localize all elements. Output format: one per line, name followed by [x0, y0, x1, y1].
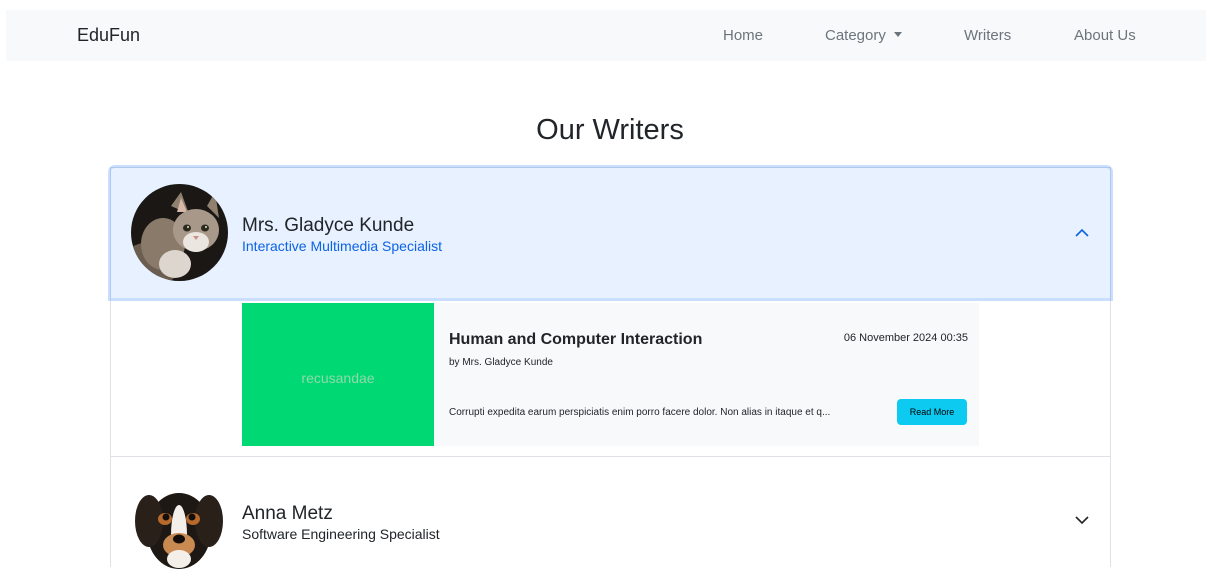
article-thumbnail[interactable]: recusandae	[242, 303, 434, 446]
read-more-button[interactable]: Read More	[897, 399, 967, 425]
writer-header-anna-metz[interactable]: Anna Metz Software Engineering Specialis…	[111, 456, 1110, 570]
nav-home[interactable]: Home	[723, 27, 763, 44]
article-title[interactable]: Human and Computer Interaction	[449, 331, 702, 349]
avatar-dog	[131, 473, 228, 570]
writer-header-gladyce-kunde[interactable]: Mrs. Gladyce Kunde Interactive Multimedi…	[111, 168, 1110, 298]
article-date: 06 November 2024 00:35	[843, 332, 968, 344]
writers-accordion: Mrs. Gladyce Kunde Interactive Multimedi…	[110, 167, 1111, 570]
caret-down-icon	[893, 32, 902, 37]
thumbnail-text: recusandae	[301, 370, 375, 386]
chevron-up-icon[interactable]	[1073, 224, 1091, 242]
article-excerpt: Corrupti expedita earum perspiciatis eni…	[449, 407, 831, 418]
navbar: EduFun Home Category Writers About Us	[6, 10, 1206, 61]
writer-role: Interactive Multimedia Specialist	[242, 238, 442, 254]
writer-role: Software Engineering Specialist	[242, 526, 440, 542]
writer-name: Mrs. Gladyce Kunde	[242, 215, 415, 236]
avatar-cat	[131, 184, 228, 281]
nav-category-label: Category	[825, 27, 886, 44]
chevron-down-icon[interactable]	[1073, 511, 1091, 529]
nav-category-dropdown[interactable]: Category	[825, 27, 902, 44]
brand-logo[interactable]: EduFun	[77, 25, 140, 46]
article-card: recusandae Human and Computer Interactio…	[242, 303, 979, 446]
nav-writers[interactable]: Writers	[964, 27, 1011, 44]
article-author: by Mrs. Gladyce Kunde	[449, 357, 553, 368]
nav-about-us[interactable]: About Us	[1074, 27, 1136, 44]
page-title: Our Writers	[536, 114, 684, 146]
writer-name: Anna Metz	[242, 503, 333, 524]
